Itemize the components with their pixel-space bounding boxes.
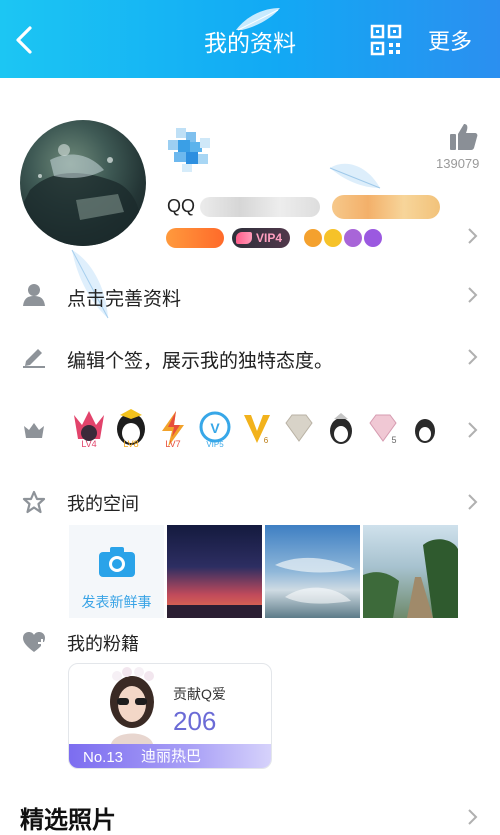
thumbs-up-icon[interactable] (448, 122, 478, 152)
fan-card[interactable]: 贡献Q爱 206 No.13 迪丽热巴 (68, 663, 272, 769)
camera-icon (98, 547, 135, 577)
chevron-right-icon[interactable] (466, 418, 480, 442)
my-space-title[interactable]: 我的空间 (67, 490, 139, 516)
lv8-penguin-icon: LV8 (117, 409, 145, 449)
avatar[interactable] (20, 120, 146, 246)
avatar-artwork (20, 144, 140, 246)
fan-rank: No.13 (83, 749, 124, 766)
fan-rank-bar: No.13 迪丽热巴 (69, 744, 271, 768)
svg-text:V: V (210, 420, 220, 436)
lv4-label: LV4 (81, 439, 96, 449)
feather-icon (236, 8, 280, 31)
lv7-lightning-icon: LV7 (162, 411, 184, 449)
gem-label: 5 (391, 435, 396, 445)
penguin-small-icon (415, 419, 435, 443)
like-count: 139079 (436, 156, 480, 171)
complete-profile-link[interactable]: 点击完善资料 (67, 284, 181, 311)
lv7-label: LV7 (165, 439, 180, 449)
star-icon (22, 490, 46, 514)
more-button[interactable]: 更多 (428, 24, 472, 56)
my-fans-title[interactable]: 我的粉籍 (67, 630, 139, 656)
vip-badge-label: VIP4 (256, 231, 283, 245)
contribution-label: 贡献Q爱 (173, 686, 226, 702)
lv4-crown-icon: LV4 (74, 411, 104, 449)
signature-link[interactable]: 编辑个签，展示我的独特态度。 (67, 346, 333, 373)
sun-badge[interactable] (166, 228, 224, 248)
moon-mini-icon (344, 229, 363, 247)
post-new-label: 发表新鲜事 (81, 594, 152, 610)
level-mini-icons[interactable] (304, 229, 383, 247)
crown-mini-icon (304, 229, 323, 247)
heart-plus-icon (23, 632, 46, 652)
sun-mini-icon (324, 229, 343, 247)
contribution-value: 206 (173, 706, 217, 736)
chevron-right-icon[interactable] (466, 345, 480, 369)
chevron-right-icon[interactable] (466, 490, 480, 514)
feather-icon (329, 163, 381, 189)
pixelated-avatar-icon (168, 128, 210, 172)
star-mini-icon (364, 229, 383, 247)
chevron-right-icon[interactable] (466, 224, 480, 248)
person-icon (23, 284, 45, 306)
post-new-tile[interactable]: 发表新鲜事 (69, 525, 164, 618)
chevron-right-icon[interactable] (466, 805, 480, 829)
level-icons-row[interactable]: LV4 LV8 LV7 V VIP5 6 5 (70, 406, 460, 452)
chevron-right-icon[interactable] (466, 283, 480, 307)
lv8-label: LV8 (123, 439, 138, 449)
featured-photos-title: 精选照片 (20, 807, 116, 834)
sunset-photo[interactable] (167, 525, 262, 618)
crown-icon (24, 423, 44, 438)
forest-path-photo[interactable] (363, 525, 458, 618)
gem-icon: 5 (369, 414, 397, 445)
v-badge-icon: 6 (244, 415, 270, 445)
v-badge-label: 6 (264, 436, 269, 445)
vip5-label: VIP5 (206, 440, 224, 449)
blurred-badge (332, 195, 440, 219)
fan-idol-name: 迪丽热巴 (141, 748, 202, 765)
qq-number-label: QQ (167, 196, 196, 216)
diamond-icon (285, 414, 313, 442)
sky-sea-photo[interactable] (265, 525, 360, 618)
blurred-qq-number (200, 197, 320, 217)
back-arrow-icon[interactable] (8, 20, 42, 60)
vip-badge-icon: V VIP5 (199, 411, 231, 449)
vip-badge[interactable]: VIP4 (232, 228, 291, 248)
edit-pencil-icon (23, 349, 45, 368)
penguin-icon (330, 413, 352, 444)
badge-row: VIP4 (166, 226, 383, 250)
qr-code-icon[interactable] (370, 24, 402, 56)
celebrity-photo (110, 667, 154, 744)
